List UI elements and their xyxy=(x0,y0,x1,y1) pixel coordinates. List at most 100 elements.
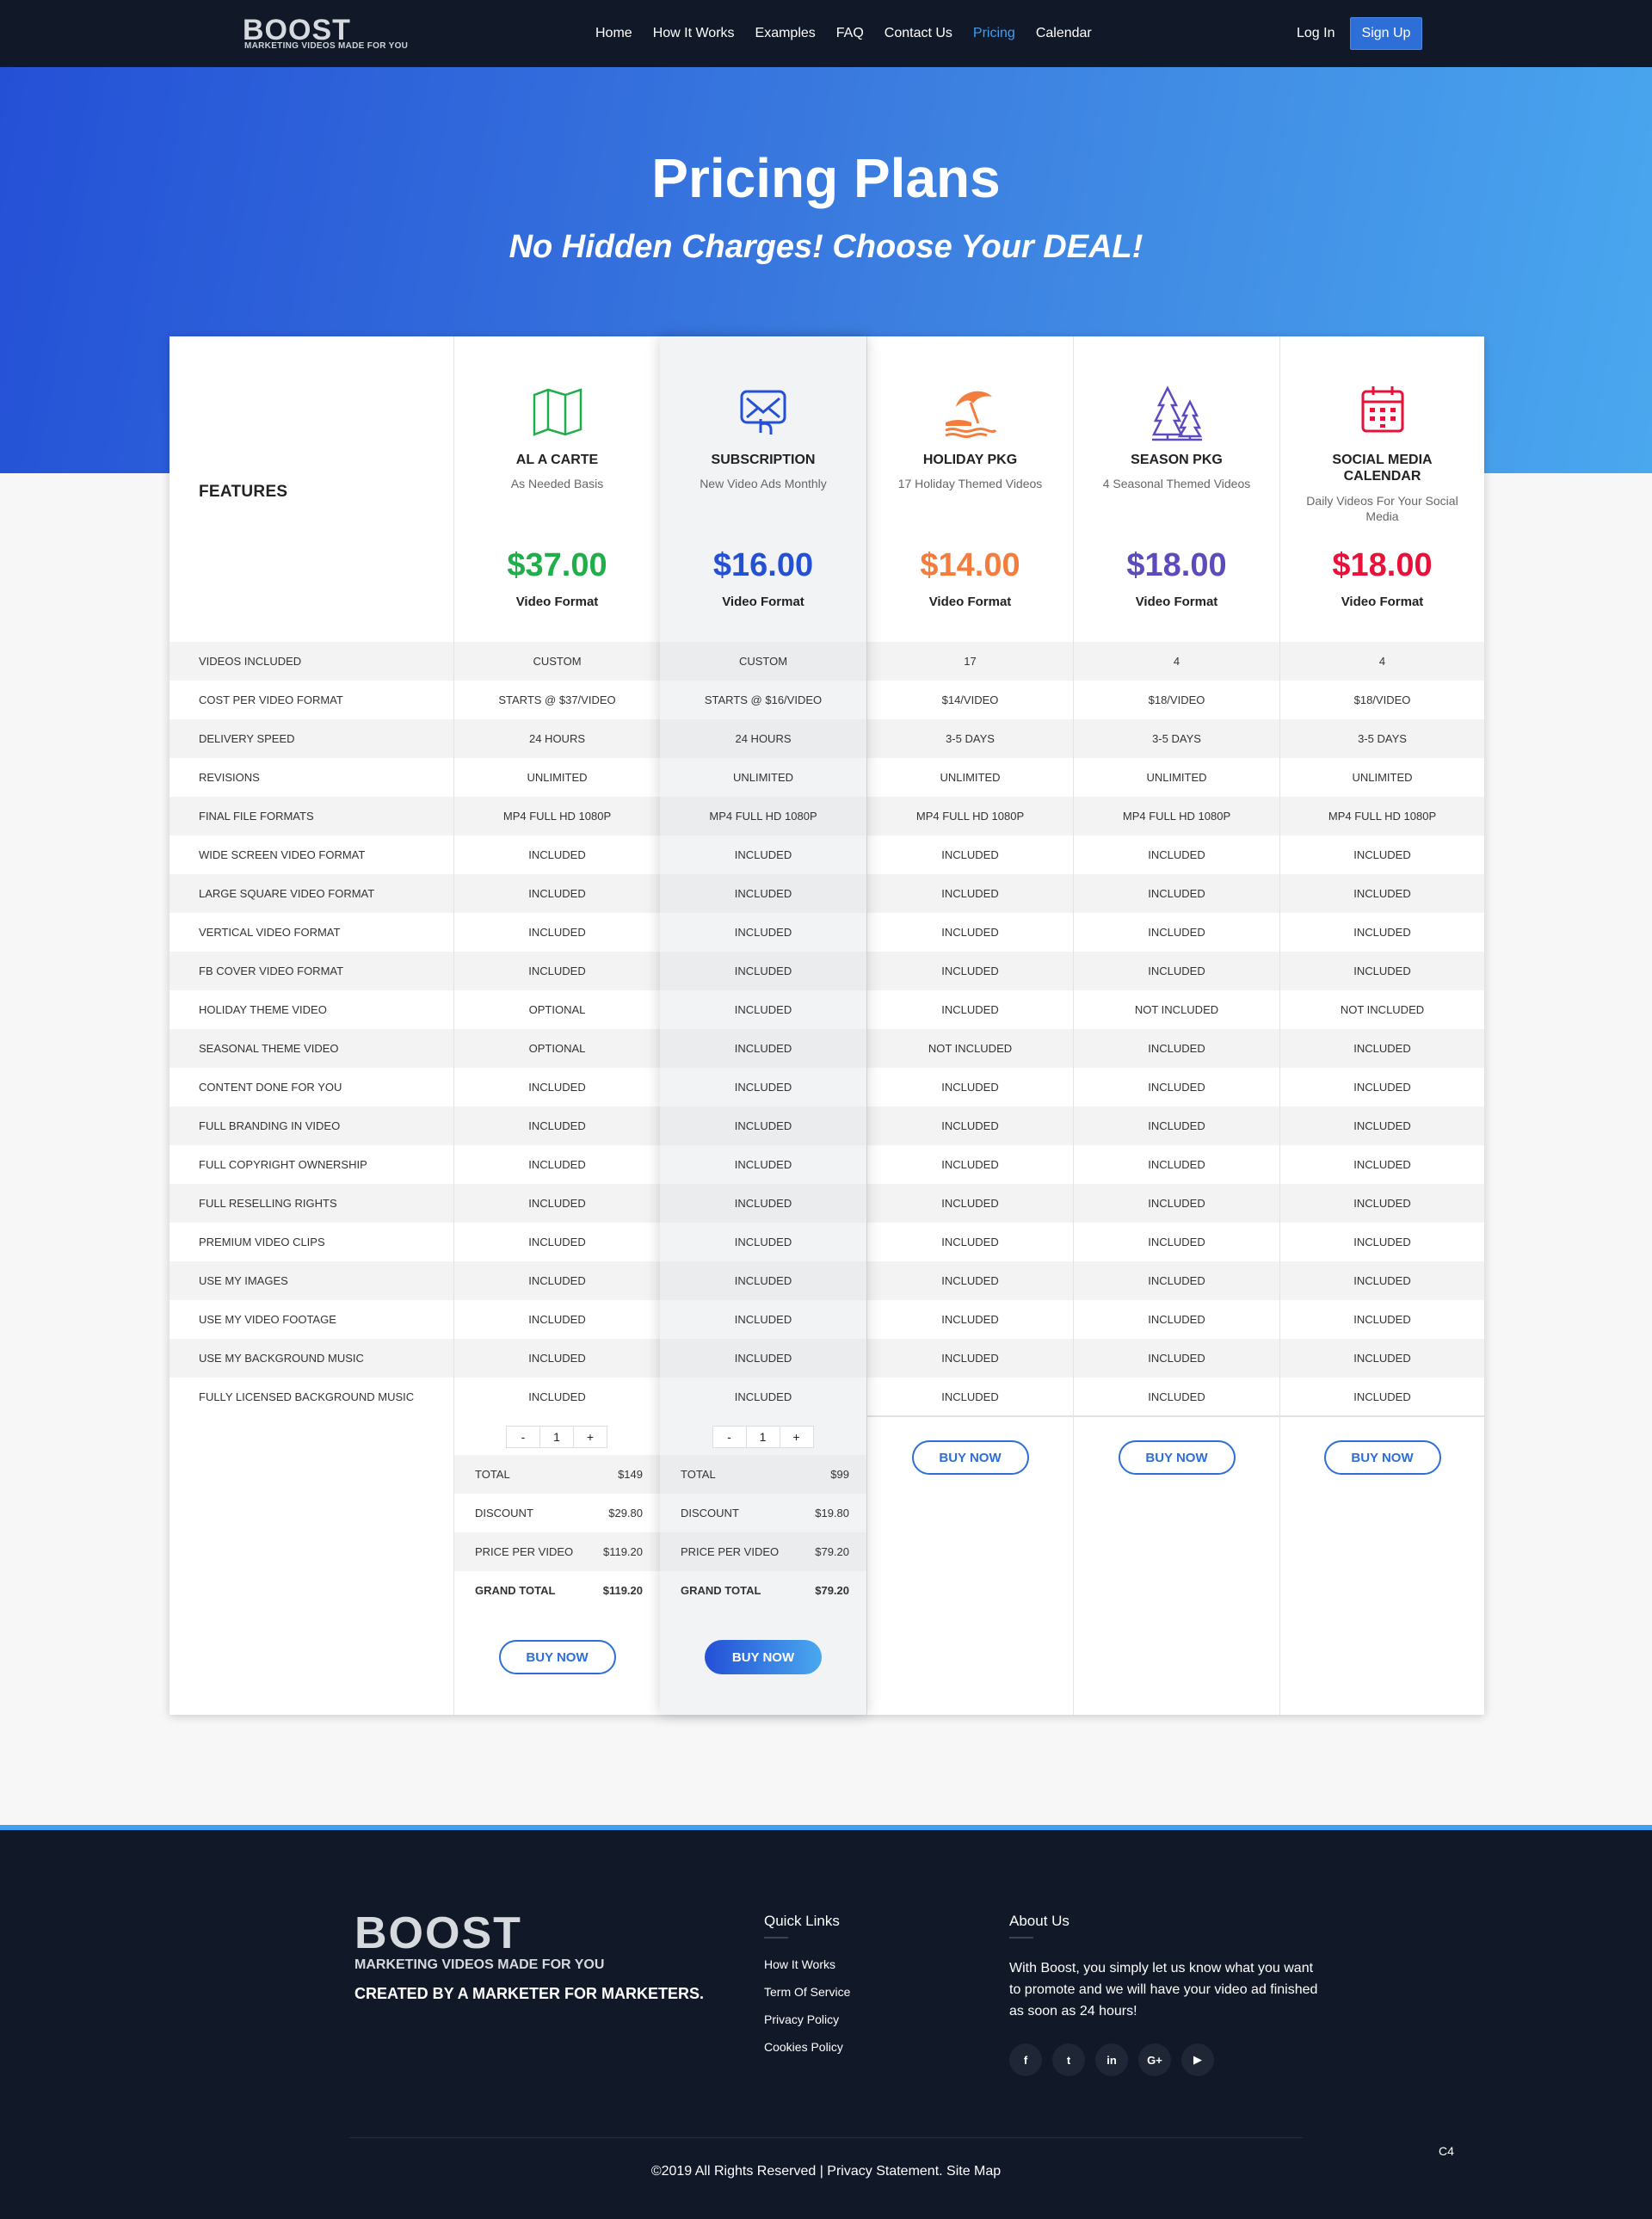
feature-value: INCLUDED xyxy=(660,1339,866,1378)
about-text: With Boost, you simply let us know what … xyxy=(1009,1961,1318,2019)
feature-label: VERTICAL VIDEO FORMAT xyxy=(199,926,341,939)
feature-value: INCLUDED xyxy=(941,1003,999,1016)
feature-value: INCLUDED xyxy=(1148,1313,1205,1326)
buy-now-button[interactable]: BUY NOW xyxy=(1118,1440,1236,1475)
feature-value: INCLUDED xyxy=(1074,1261,1279,1300)
plan-subtitle: 4 Seasonal Themed Videos xyxy=(1102,477,1251,490)
feature-value: INCLUDED xyxy=(1074,1339,1279,1378)
features-column: FEATURES VIDEOS INCLUDED COST PER VIDEO … xyxy=(170,336,453,1715)
feature-label: FULL RESELLING RIGHTS xyxy=(170,1184,453,1223)
feature-value: INCLUDED xyxy=(1074,1029,1279,1068)
feature-value: INCLUDED xyxy=(867,874,1073,913)
nav-link-calendar[interactable]: Calendar xyxy=(1036,26,1092,41)
feature-value: INCLUDED xyxy=(660,1029,866,1068)
decrement-button[interactable]: - xyxy=(506,1426,540,1448)
feature-value: 17 xyxy=(867,642,1073,681)
about-title: About Us xyxy=(1009,1913,1069,1939)
plan-subtitle: Daily Videos For Your Social Media xyxy=(1306,494,1458,523)
logo[interactable]: BOOST MARKETING VIDEOS MADE FOR YOU xyxy=(243,15,408,53)
quantity-stepper[interactable]: -1 + xyxy=(660,1426,866,1448)
footer-link-privacy[interactable]: Privacy Policy xyxy=(764,2013,850,2026)
footer-link-how-it-works[interactable]: How It Works xyxy=(764,1957,850,1971)
signup-button[interactable]: Sign Up xyxy=(1350,17,1422,50)
plan-name: SOCIAL MEDIA CALENDAR xyxy=(1332,453,1433,484)
feature-label: PREMIUM VIDEO CLIPS xyxy=(199,1236,325,1248)
feature-value: INCLUDED xyxy=(1148,848,1205,861)
feature-value: INCLUDED xyxy=(734,848,792,861)
quick-links-title: Quick Links xyxy=(764,1913,840,1939)
feature-value: UNLIMITED xyxy=(1352,771,1413,784)
feature-value: INCLUDED xyxy=(1280,1029,1484,1068)
copyright: ©2019 All Rights Reserved | Privacy Stat… xyxy=(650,2164,1002,2179)
summary-value: $119.20 xyxy=(602,1584,643,1597)
nav-link-faq[interactable]: FAQ xyxy=(836,26,864,41)
feature-value: INCLUDED xyxy=(1280,1339,1484,1378)
feature-label: DELIVERY SPEED xyxy=(170,719,453,758)
order-summary: TOTAL $99 DISCOUNT $19.80 PRICE PER VIDEO $79… xyxy=(660,1455,866,1610)
feature-value: UNLIMITED xyxy=(732,771,794,784)
feature-value: INCLUDED xyxy=(454,1261,660,1300)
footer-link-cookies[interactable]: Cookies Policy xyxy=(764,2040,850,2054)
plan-name: SEASON PKG xyxy=(1131,453,1223,467)
increment-button[interactable]: + xyxy=(573,1426,607,1448)
section-divider xyxy=(1280,1415,1484,1417)
linkedin-icon[interactable]: in xyxy=(1095,2043,1128,2076)
nav-link-contact[interactable]: Contact Us xyxy=(885,26,952,41)
feature-value: INCLUDED xyxy=(1074,1184,1279,1223)
feature-value: INCLUDED xyxy=(454,1184,660,1223)
quantity-value[interactable]: 1 xyxy=(745,1426,780,1448)
feature-value: 24 HOURS xyxy=(660,719,866,758)
feature-label: COST PER VIDEO FORMAT xyxy=(199,693,343,706)
summary-row: GRAND TOTAL $119.20 xyxy=(454,1571,660,1610)
summary-label: TOTAL xyxy=(681,1468,716,1481)
feature-value: INCLUDED xyxy=(941,848,999,861)
summary-label: PRICE PER VIDEO xyxy=(475,1545,574,1558)
increment-button[interactable]: + xyxy=(779,1426,814,1448)
feature-value: INCLUDED xyxy=(734,1081,792,1094)
plan-subtitle: 17 Holiday Themed Videos xyxy=(897,477,1043,490)
footer-logo[interactable]: BOOST MARKETING VIDEOS MADE FOR YOU xyxy=(354,1911,604,1973)
top-nav: BOOST MARKETING VIDEOS MADE FOR YOU Home… xyxy=(0,0,1652,67)
nav-link-home[interactable]: Home xyxy=(595,26,632,41)
login-link[interactable]: Log In xyxy=(1297,26,1335,41)
feature-value: INCLUDED xyxy=(660,952,866,990)
plan-feature-values: CUSTOM STARTS @ $37/VIDEO 24 HOURS UNLIMITE… xyxy=(454,642,660,1416)
feature-value: INCLUDED xyxy=(941,1236,999,1248)
youtube-icon[interactable]: ▶ xyxy=(1181,2043,1214,2076)
summary-row: GRAND TOTAL $79.20 xyxy=(660,1571,866,1610)
page-subtitle: No Hidden Charges! Choose Your DEAL! xyxy=(509,229,1143,265)
nav-link-how-it-works[interactable]: How It Works xyxy=(653,26,735,41)
feature-value: $14/VIDEO xyxy=(941,693,999,706)
footer-logo-tagline: MARKETING VIDEOS MADE FOR YOU xyxy=(354,1957,605,1972)
plan-column-season: SEASON PKG 4 Seasonal Themed Videos $18.00… xyxy=(1073,336,1279,1715)
google-plus-icon[interactable]: G+ xyxy=(1138,2043,1171,2076)
feature-label: FULL COPYRIGHT OWNERSHIP xyxy=(199,1158,367,1171)
decrement-button[interactable]: - xyxy=(712,1426,747,1448)
plan-price: $37.00 xyxy=(507,547,607,583)
feature-value: INCLUDED xyxy=(660,874,866,913)
buy-now-button[interactable]: BUY NOW xyxy=(498,1640,616,1674)
feature-value: INCLUDED xyxy=(1148,1081,1205,1094)
facebook-icon[interactable]: f xyxy=(1009,2043,1042,2076)
plan-column-al-a-carte: AL A CARTE As Needed Basis $37.00 Video For… xyxy=(453,336,660,1715)
feature-label: FULLY LICENSED BACKGROUND MUSIC xyxy=(199,1390,415,1403)
feature-value: INCLUDED xyxy=(867,952,1073,990)
nav-link-examples[interactable]: Examples xyxy=(755,26,816,41)
buy-now-button[interactable]: BUY NOW xyxy=(911,1440,1029,1475)
nav-link-pricing[interactable]: Pricing xyxy=(973,26,1015,41)
buy-now-button[interactable]: BUY NOW xyxy=(1323,1440,1441,1475)
footer-link-terms[interactable]: Term Of Service xyxy=(764,1985,850,1999)
feature-value: CUSTOM xyxy=(660,642,866,681)
twitter-icon[interactable]: t xyxy=(1052,2043,1085,2076)
corner-tag: C4 xyxy=(1439,2144,1454,2158)
buy-now-button[interactable]: BUY NOW xyxy=(705,1640,822,1674)
feature-value: INCLUDED xyxy=(528,1390,586,1403)
feature-value: INCLUDED xyxy=(941,1081,999,1094)
feature-label: USE MY BACKGROUND MUSIC xyxy=(170,1339,453,1378)
quantity-value[interactable]: 1 xyxy=(539,1426,574,1448)
mail-touch-icon xyxy=(660,385,866,438)
map-icon xyxy=(454,385,660,438)
summary-value: $99 xyxy=(830,1468,849,1481)
feature-value: 4 xyxy=(1280,642,1484,681)
quantity-stepper[interactable]: -1 + xyxy=(454,1426,660,1448)
